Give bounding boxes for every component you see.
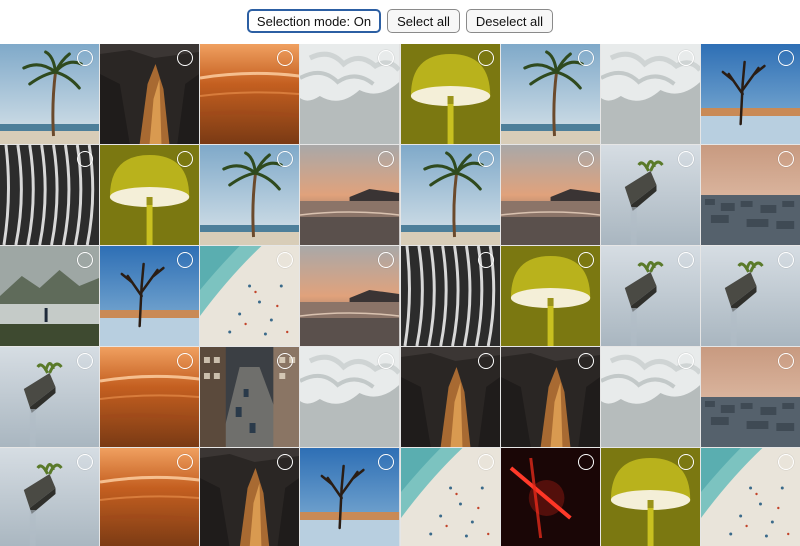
photo-grid	[0, 44, 800, 546]
select-circle-icon[interactable]	[477, 353, 494, 369]
photo-tile-white-sculpture[interactable]	[600, 44, 700, 144]
select-circle-icon[interactable]	[778, 50, 794, 66]
select-circle-icon[interactable]	[77, 151, 94, 167]
select-circle-icon[interactable]	[377, 151, 394, 167]
select-circle-icon[interactable]	[377, 252, 394, 268]
photo-tile-dead-tree-desert[interactable]	[300, 448, 400, 546]
photo-tile-olive-lamp[interactable]	[100, 145, 200, 245]
select-circle-icon[interactable]	[577, 151, 594, 167]
photo-tile-canyon-cliff[interactable]	[100, 44, 200, 144]
select-circle-icon[interactable]	[477, 252, 494, 268]
photo-tile-aerial-beach[interactable]	[400, 448, 500, 546]
photo-tile-orange-abstract[interactable]	[200, 44, 300, 144]
photo-tile-aerial-beach[interactable]	[200, 246, 300, 346]
select-circle-icon[interactable]	[477, 454, 494, 470]
select-circle-icon[interactable]	[778, 252, 794, 268]
select-circle-icon[interactable]	[778, 353, 794, 369]
photo-tile-white-sculpture[interactable]	[600, 347, 700, 447]
photo-tile-aerial-beach[interactable]	[700, 448, 800, 546]
photo-tile-sunset-coast[interactable]	[300, 145, 400, 245]
select-all-button[interactable]: Select all	[387, 9, 460, 33]
selection-mode-toggle-button[interactable]: Selection mode: On	[246, 9, 382, 33]
photo-tile-rock-islet[interactable]	[600, 246, 700, 346]
photo-tile-canyon-cliff[interactable]	[500, 347, 600, 447]
photo-tile-palm-beach[interactable]	[400, 145, 500, 245]
photo-tile-dead-tree-desert[interactable]	[700, 44, 800, 144]
select-circle-icon[interactable]	[477, 50, 494, 66]
select-circle-icon[interactable]	[477, 151, 494, 167]
select-circle-icon[interactable]	[677, 454, 694, 470]
photo-tile-olive-lamp[interactable]	[600, 448, 700, 546]
photo-tile-dead-tree-desert[interactable]	[100, 246, 200, 346]
photo-tile-sunset-coast[interactable]	[300, 246, 400, 346]
photo-tile-zebra-stripes[interactable]	[0, 145, 100, 245]
photo-tile-city-dusk[interactable]	[700, 145, 800, 245]
toolbar: Selection mode: On Select all Deselect a…	[0, 9, 800, 33]
photo-tile-olive-lamp[interactable]	[500, 246, 600, 346]
photo-tile-palm-beach[interactable]	[200, 145, 300, 245]
photo-tile-palm-beach[interactable]	[500, 44, 600, 144]
select-circle-icon[interactable]	[577, 454, 594, 470]
select-circle-icon[interactable]	[778, 454, 794, 470]
photo-tile-orange-abstract[interactable]	[100, 448, 200, 546]
photo-tile-palm-beach[interactable]	[0, 44, 100, 144]
photo-tile-zebra-stripes[interactable]	[400, 246, 500, 346]
select-circle-icon[interactable]	[677, 50, 694, 66]
photo-tile-orange-abstract[interactable]	[100, 347, 200, 447]
photo-tile-sunset-coast[interactable]	[500, 145, 600, 245]
deselect-all-button[interactable]: Deselect all	[465, 9, 554, 33]
select-circle-icon[interactable]	[677, 151, 694, 167]
select-circle-icon[interactable]	[377, 353, 394, 369]
photo-tile-mountain-lake[interactable]	[0, 246, 100, 346]
select-circle-icon[interactable]	[677, 252, 694, 268]
select-circle-icon[interactable]	[677, 353, 694, 369]
select-circle-icon[interactable]	[377, 454, 394, 470]
select-circle-icon[interactable]	[577, 50, 594, 66]
photo-tile-city-dusk[interactable]	[700, 347, 800, 447]
photo-tile-rock-islet[interactable]	[0, 448, 100, 546]
select-circle-icon[interactable]	[377, 50, 394, 66]
photo-tile-white-sculpture[interactable]	[300, 44, 400, 144]
photo-tile-rock-islet[interactable]	[600, 145, 700, 245]
photo-tile-rock-islet[interactable]	[700, 246, 800, 346]
photo-tile-white-sculpture[interactable]	[300, 347, 400, 447]
select-circle-icon[interactable]	[77, 50, 94, 66]
photo-tile-canyon-cliff[interactable]	[400, 347, 500, 447]
photo-tile-olive-lamp[interactable]	[400, 44, 500, 144]
photo-tile-canyon-cliff[interactable]	[200, 448, 300, 546]
photo-tile-city-street[interactable]	[200, 347, 300, 447]
select-circle-icon[interactable]	[778, 151, 794, 167]
select-circle-icon[interactable]	[77, 252, 94, 268]
photo-tile-red-neon[interactable]	[500, 448, 600, 546]
photo-tile-rock-islet[interactable]	[0, 347, 100, 447]
select-circle-icon[interactable]	[77, 454, 94, 470]
select-circle-icon[interactable]	[577, 252, 594, 268]
select-circle-icon[interactable]	[577, 353, 594, 369]
select-circle-icon[interactable]	[77, 353, 94, 369]
